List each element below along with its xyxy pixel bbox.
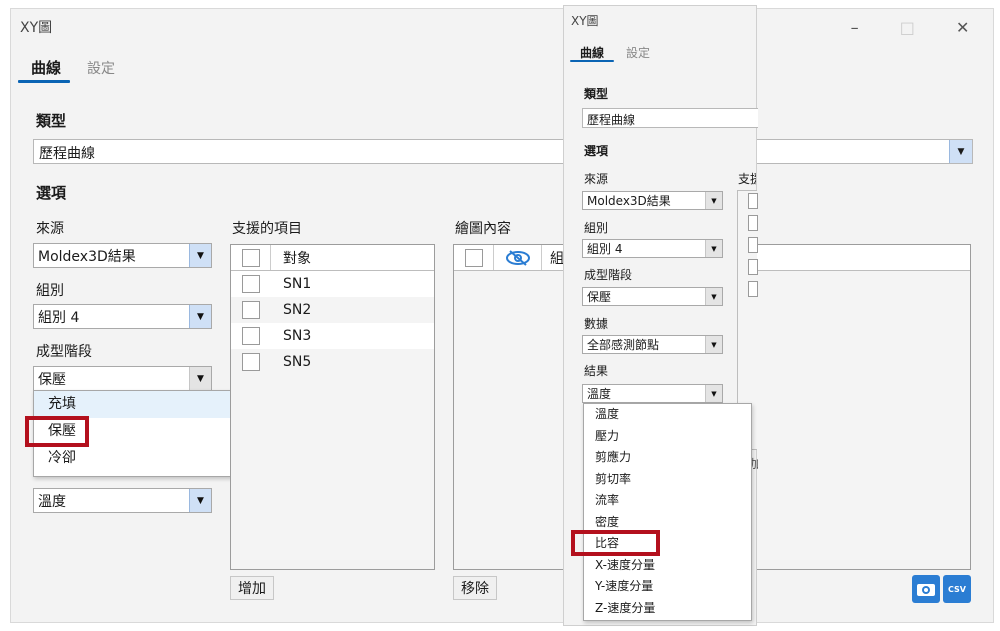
list-item[interactable]: SN5 [231, 349, 434, 375]
result-option[interactable]: X-速度分量 [584, 555, 751, 577]
source-label: 來源 [36, 221, 64, 237]
result-option[interactable]: 剪應力 [584, 447, 751, 469]
front-result-select[interactable]: 溫度 ▼ [582, 384, 723, 403]
type-select-arrow[interactable]: ▼ [949, 140, 972, 163]
back-window-title: XY圖 [20, 20, 53, 36]
item-checkbox[interactable] [242, 353, 260, 371]
item-checkbox[interactable] [242, 327, 260, 345]
front-tab-curve-underline [570, 60, 614, 62]
front-window-title: XY圖 [571, 14, 599, 28]
stage-option[interactable]: 冷卻 [34, 445, 246, 472]
chevron-down-icon: ▼ [189, 244, 211, 267]
type-heading: 類型 [36, 112, 67, 130]
stage-label: 成型階段 [36, 344, 92, 360]
item-checkbox[interactable] [748, 237, 758, 253]
csv-export-icon[interactable]: CSV [943, 575, 971, 603]
front-tab-settings[interactable]: 設定 [626, 44, 650, 61]
plot-select-all-checkbox[interactable] [464, 248, 483, 267]
stage-select-value: 保壓 [38, 371, 66, 388]
result-option[interactable]: 流率 [584, 490, 751, 512]
front-source-label: 來源 [584, 172, 609, 186]
front-data-label: 數據 [584, 317, 609, 331]
chevron-down-icon: ▼ [189, 305, 211, 328]
front-partial-support-label: 支援 [738, 172, 756, 186]
window-controls: – □ ✕ [830, 14, 990, 40]
front-options-heading: 選項 [584, 144, 609, 158]
result-dropdown: 溫度 壓力 剪應力 剪切率 流率 密度 比容 X-速度分量 Y-速度分量 Z-速… [583, 403, 752, 621]
chevron-down-icon: ▼ [705, 385, 722, 402]
stage-select[interactable]: 保壓 ▼ [33, 366, 212, 391]
result-select-value: 溫度 [38, 493, 66, 510]
item-checkbox[interactable] [748, 215, 758, 231]
remove-button[interactable]: 移除 [453, 576, 497, 600]
group-label: 組別 [36, 283, 64, 299]
front-source-select[interactable]: Moldex3D結果 ▼ [582, 191, 723, 210]
front-group-label: 組別 [584, 221, 609, 235]
result-select[interactable]: 溫度 ▼ [33, 488, 212, 513]
type-select-value: 歷程曲線 [39, 146, 95, 162]
front-tab-curve[interactable]: 曲線 [580, 44, 604, 61]
front-type-select[interactable]: 歷程曲線 [582, 108, 758, 128]
close-button[interactable]: ✕ [956, 18, 969, 37]
type-select[interactable]: 歷程曲線 [33, 139, 973, 164]
front-type-heading: 類型 [584, 87, 609, 101]
chevron-down-icon: ▼ [705, 288, 722, 305]
tab-curve-underline [18, 80, 70, 83]
eye-slash-icon[interactable] [494, 245, 542, 270]
front-stage-select[interactable]: 保壓 ▼ [582, 287, 723, 306]
tab-curve[interactable]: 曲線 [31, 57, 61, 78]
front-result-label: 結果 [584, 364, 609, 378]
chevron-down-icon: ▼ [189, 489, 211, 512]
tab-settings[interactable]: 設定 [87, 58, 115, 78]
list-item[interactable]: SN1 [231, 271, 434, 297]
object-column-header: 對象 [283, 250, 311, 267]
maximize-button[interactable]: □ [900, 18, 915, 37]
result-option[interactable]: Y-速度分量 [584, 576, 751, 598]
list-item[interactable]: SN3 [231, 323, 434, 349]
options-heading: 選項 [36, 184, 67, 202]
camera-icon[interactable] [912, 575, 940, 603]
chevron-down-icon: ▼ [705, 240, 722, 257]
item-checkbox[interactable] [242, 275, 260, 293]
select-all-cell [231, 245, 271, 270]
result-option[interactable]: 溫度 [584, 404, 751, 426]
supported-items-list[interactable]: 對象 SN1 SN2 SN3 SN5 [230, 244, 435, 570]
add-button[interactable]: 增加 [230, 576, 274, 600]
plot-content-label: 繪圖內容 [455, 221, 511, 237]
front-stage-label: 成型階段 [584, 268, 633, 282]
group-column-header: 組 [550, 250, 564, 267]
front-data-select[interactable]: 全部感測節點 ▼ [582, 335, 723, 354]
stage-option[interactable]: 充填 [34, 391, 246, 418]
chevron-down-icon: ▼ [705, 192, 722, 209]
item-checkbox[interactable] [748, 259, 758, 275]
item-checkbox[interactable] [242, 301, 260, 319]
select-all-checkbox[interactable] [241, 248, 260, 267]
highlight-box-stage [25, 416, 89, 447]
supported-items-label: 支援的項目 [232, 221, 302, 237]
minimize-button[interactable]: – [851, 18, 859, 37]
result-option[interactable]: 壓力 [584, 426, 751, 448]
item-checkbox[interactable] [748, 193, 758, 209]
chevron-down-icon: ▼ [957, 146, 965, 157]
result-option[interactable]: Z-速度分量 [584, 598, 751, 620]
group-select[interactable]: 組別 4 ▼ [33, 304, 212, 329]
chevron-down-icon: ▼ [189, 367, 211, 390]
source-select-value: Moldex3D結果 [38, 248, 136, 265]
list-item[interactable]: SN2 [231, 297, 434, 323]
supported-items-header: 對象 [231, 245, 434, 271]
front-group-select[interactable]: 組別 4 ▼ [582, 239, 723, 258]
item-checkbox[interactable] [748, 281, 758, 297]
group-select-value: 組別 4 [38, 309, 80, 326]
source-select[interactable]: Moldex3D結果 ▼ [33, 243, 212, 268]
chevron-down-icon: ▼ [705, 336, 722, 353]
highlight-box-specific-volume [571, 530, 660, 556]
result-option[interactable]: 剪切率 [584, 469, 751, 491]
